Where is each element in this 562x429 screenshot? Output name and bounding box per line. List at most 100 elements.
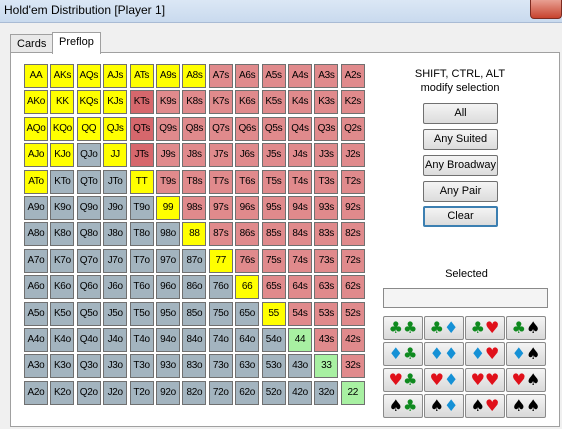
hand-cell-ato[interactable]: ATo xyxy=(24,169,48,194)
hand-cell-q3s[interactable]: Q3s xyxy=(314,116,339,141)
suit-combo-heart-spade-button[interactable]: ♥ ♠ xyxy=(506,368,546,392)
hand-cell-kqo[interactable]: KQo xyxy=(50,116,75,141)
hand-cell-kk[interactable]: KK xyxy=(50,90,75,115)
hand-cell-32s[interactable]: 32s xyxy=(340,354,365,379)
any-suited-button[interactable]: Any Suited xyxy=(423,129,498,150)
hand-cell-qjs[interactable]: QJs xyxy=(103,116,128,141)
hand-cell-t5s[interactable]: T5s xyxy=(261,169,286,194)
hand-cell-q5o[interactable]: Q5o xyxy=(76,301,101,326)
hand-cell-a9s[interactable]: A9s xyxy=(156,64,180,88)
hand-cell-k2o[interactable]: K2o xyxy=(50,380,75,405)
hand-cell-j9s[interactable]: J9s xyxy=(156,143,180,168)
hand-cell-k9s[interactable]: K9s xyxy=(156,90,180,115)
hand-cell-63s[interactable]: 63s xyxy=(314,275,339,300)
suit-combo-spade-heart-button[interactable]: ♠ ♥ xyxy=(465,394,505,418)
suit-combo-heart-club-button[interactable]: ♥ ♣ xyxy=(383,368,423,392)
hand-cell-qto[interactable]: QTo xyxy=(76,169,101,194)
hand-cell-64s[interactable]: 64s xyxy=(288,275,312,300)
hand-cell-96s[interactable]: 96s xyxy=(235,196,260,220)
hand-cell-j2s[interactable]: J2s xyxy=(340,143,365,168)
suit-combo-club-spade-button[interactable]: ♣ ♠ xyxy=(506,316,546,340)
hand-cell-k5s[interactable]: K5s xyxy=(261,90,286,115)
hand-cell-97s[interactable]: 97s xyxy=(208,196,233,220)
hand-cell-64o[interactable]: 64o xyxy=(235,328,260,352)
hand-cell-a2s[interactable]: A2s xyxy=(340,64,365,88)
hand-cell-53o[interactable]: 53o xyxy=(261,354,286,379)
hand-cell-tt[interactable]: TT xyxy=(129,169,154,194)
hand-cell-t2s[interactable]: T2s xyxy=(340,169,365,194)
hand-cell-t7o[interactable]: T7o xyxy=(129,248,154,273)
hand-cell-aqs[interactable]: AQs xyxy=(76,64,101,88)
hand-cell-94s[interactable]: 94s xyxy=(288,196,312,220)
suit-combo-club-diamond-button[interactable]: ♣ ♦ xyxy=(424,316,464,340)
hand-cell-97o[interactable]: 97o xyxy=(156,248,180,273)
hand-cell-a6o[interactable]: A6o xyxy=(24,275,48,300)
hand-cell-72o[interactable]: 72o xyxy=(208,380,233,405)
hand-cell-t2o[interactable]: T2o xyxy=(129,380,154,405)
suit-combo-spade-spade-button[interactable]: ♠ ♠ xyxy=(506,394,546,418)
hand-cell-a2o[interactable]: A2o xyxy=(24,380,48,405)
hand-cell-53s[interactable]: 53s xyxy=(314,301,339,326)
hand-cell-k8o[interactable]: K8o xyxy=(50,222,75,247)
hand-cell-t8s[interactable]: T8s xyxy=(182,169,207,194)
suit-combo-heart-heart-button[interactable]: ♥ ♥ xyxy=(465,368,505,392)
hand-cell-65s[interactable]: 65s xyxy=(261,275,286,300)
hand-cell-ajo[interactable]: AJo xyxy=(24,143,48,168)
hand-cell-94o[interactable]: 94o xyxy=(156,328,180,352)
hand-cell-q9s[interactable]: Q9s xyxy=(156,116,180,141)
hand-cell-k7s[interactable]: K7s xyxy=(208,90,233,115)
hand-cell-87o[interactable]: 87o xyxy=(182,248,207,273)
hand-cell-k4s[interactable]: K4s xyxy=(288,90,312,115)
hand-cell-q8s[interactable]: Q8s xyxy=(182,116,207,141)
hand-cell-73o[interactable]: 73o xyxy=(208,354,233,379)
hand-cell-k8s[interactable]: K8s xyxy=(182,90,207,115)
hand-cell-a4s[interactable]: A4s xyxy=(288,64,312,88)
hand-cell-j6o[interactable]: J6o xyxy=(103,275,128,300)
hand-cell-52s[interactable]: 52s xyxy=(340,301,365,326)
hand-cell-k9o[interactable]: K9o xyxy=(50,196,75,220)
all-button[interactable]: All xyxy=(423,103,498,124)
hand-cell-j5s[interactable]: J5s xyxy=(261,143,286,168)
hand-cell-54s[interactable]: 54s xyxy=(288,301,312,326)
hand-cell-k3o[interactable]: K3o xyxy=(50,354,75,379)
hand-cell-k6o[interactable]: K6o xyxy=(50,275,75,300)
hand-cell-62s[interactable]: 62s xyxy=(340,275,365,300)
hand-cell-j5o[interactable]: J5o xyxy=(103,301,128,326)
hand-cell-63o[interactable]: 63o xyxy=(235,354,260,379)
hand-cell-q4s[interactable]: Q4s xyxy=(288,116,312,141)
hand-cell-54o[interactable]: 54o xyxy=(261,328,286,352)
hand-cell-j4o[interactable]: J4o xyxy=(103,328,128,352)
hand-cell-73s[interactable]: 73s xyxy=(314,248,339,273)
hand-cell-j8o[interactable]: J8o xyxy=(103,222,128,247)
hand-cell-a7o[interactable]: A7o xyxy=(24,248,48,273)
hand-cell-84s[interactable]: 84s xyxy=(288,222,312,247)
hand-cell-q4o[interactable]: Q4o xyxy=(76,328,101,352)
hand-cell-k7o[interactable]: K7o xyxy=(50,248,75,273)
hand-cell-55[interactable]: 55 xyxy=(261,301,286,326)
hand-cell-98o[interactable]: 98o xyxy=(156,222,180,247)
tab-preflop[interactable]: Preflop xyxy=(52,32,101,54)
hand-cell-85o[interactable]: 85o xyxy=(182,301,207,326)
hand-cell-kjs[interactable]: KJs xyxy=(103,90,128,115)
hand-cell-q6o[interactable]: Q6o xyxy=(76,275,101,300)
hand-cell-a3s[interactable]: A3s xyxy=(314,64,339,88)
hand-cell-95s[interactable]: 95s xyxy=(261,196,286,220)
suit-combo-club-heart-button[interactable]: ♣ ♥ xyxy=(465,316,505,340)
hand-cell-96o[interactable]: 96o xyxy=(156,275,180,300)
hand-cell-q7s[interactable]: Q7s xyxy=(208,116,233,141)
hand-cell-k6s[interactable]: K6s xyxy=(235,90,260,115)
hand-cell-72s[interactable]: 72s xyxy=(340,248,365,273)
hand-cell-62o[interactable]: 62o xyxy=(235,380,260,405)
hand-cell-85s[interactable]: 85s xyxy=(261,222,286,247)
hand-cell-44[interactable]: 44 xyxy=(288,328,312,352)
hand-cell-43s[interactable]: 43s xyxy=(314,328,339,352)
hand-cell-83s[interactable]: 83s xyxy=(314,222,339,247)
hand-cell-j7s[interactable]: J7s xyxy=(208,143,233,168)
suit-combo-diamond-heart-button[interactable]: ♦ ♥ xyxy=(465,342,505,366)
hand-cell-93s[interactable]: 93s xyxy=(314,196,339,220)
hand-cell-88[interactable]: 88 xyxy=(182,222,207,247)
hand-cell-k4o[interactable]: K4o xyxy=(50,328,75,352)
hand-cell-ajs[interactable]: AJs xyxy=(103,64,128,88)
hand-cell-87s[interactable]: 87s xyxy=(208,222,233,247)
suit-combo-diamond-diamond-button[interactable]: ♦ ♦ xyxy=(424,342,464,366)
